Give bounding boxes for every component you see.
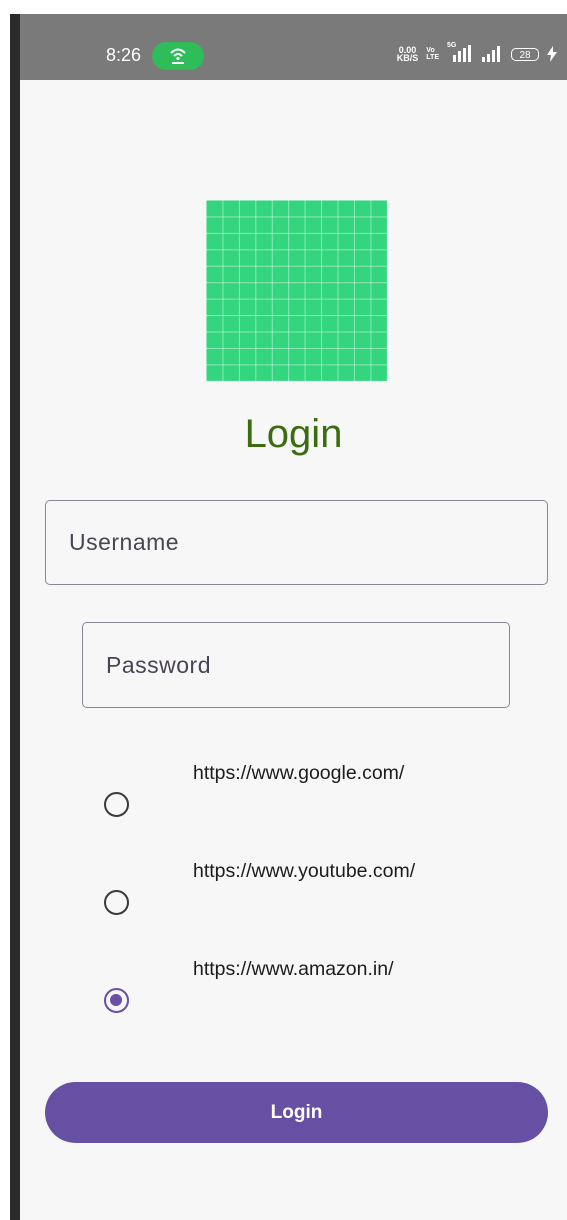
charging-bolt-icon bbox=[547, 46, 557, 62]
signal-icon bbox=[482, 46, 500, 62]
left-bezel bbox=[10, 14, 20, 1220]
radio-selected-dot bbox=[110, 994, 122, 1006]
login-button[interactable]: Login bbox=[45, 1082, 548, 1143]
radio-option-google[interactable]: https://www.google.com/ bbox=[100, 762, 520, 832]
battery-icon: 28 bbox=[511, 47, 539, 61]
radio-option-amazon[interactable]: https://www.amazon.in/ bbox=[100, 958, 520, 1028]
status-time: 8:26 bbox=[106, 45, 142, 65]
volte-indicator: Vo LTE bbox=[426, 47, 439, 61]
signal-5g-icon: 5G bbox=[447, 42, 473, 63]
app-screen: 8:26 0.00 KB/S Vo LTE 5G 28 Login Userna… bbox=[20, 14, 567, 1220]
username-input[interactable] bbox=[45, 500, 548, 585]
volte-top: Vo bbox=[426, 47, 435, 54]
radio-option-youtube[interactable]: https://www.youtube.com/ bbox=[100, 860, 520, 930]
network-speed: 0.00 KB/S bbox=[396, 46, 419, 63]
radio-label[interactable]: https://www.youtube.com/ bbox=[193, 860, 415, 883]
status-icons: 0.00 KB/S Vo LTE 5G 28 bbox=[396, 42, 557, 64]
page-title: Login bbox=[244, 412, 343, 456]
top-margin bbox=[0, 0, 567, 14]
device-frame: 8:26 0.00 KB/S Vo LTE 5G 28 Login Userna… bbox=[0, 0, 567, 1220]
hotspot-indicator bbox=[152, 42, 204, 70]
radio-label[interactable]: https://www.amazon.in/ bbox=[193, 958, 394, 981]
app-logo bbox=[206, 200, 387, 381]
radio-label[interactable]: https://www.google.com/ bbox=[193, 762, 404, 785]
network-speed-unit: KB/S bbox=[396, 53, 419, 63]
password-input[interactable] bbox=[82, 622, 510, 708]
volte-bottom: LTE bbox=[426, 54, 439, 61]
hotspot-icon bbox=[170, 48, 186, 64]
radio-button[interactable] bbox=[104, 890, 129, 915]
status-bar: 8:26 0.00 KB/S Vo LTE 5G 28 bbox=[20, 14, 567, 80]
battery-level: 28 bbox=[519, 49, 531, 61]
radio-button[interactable] bbox=[104, 792, 129, 817]
radio-button-selected[interactable] bbox=[104, 988, 129, 1013]
